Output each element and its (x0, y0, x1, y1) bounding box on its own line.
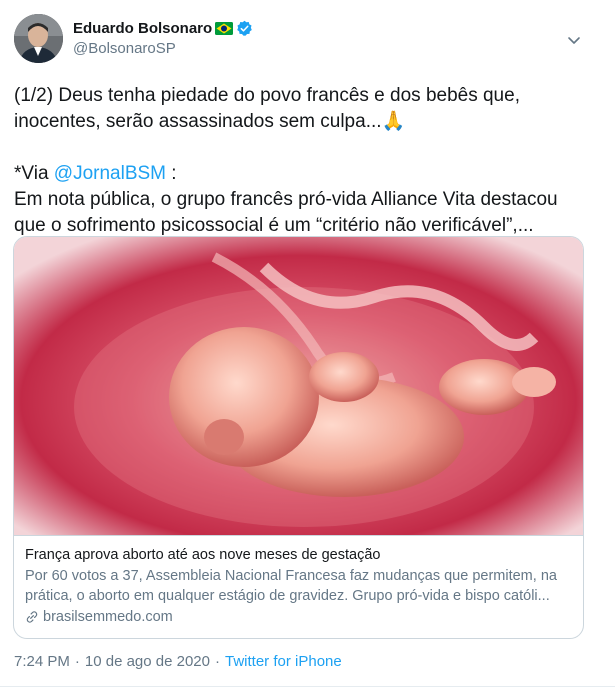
card-description: Por 60 votos a 37, Assembleia Nacional F… (25, 568, 557, 604)
footer-separator: · (74, 653, 80, 670)
tweet-text: (1/2) Deus tenha piedade do povo francês… (14, 83, 594, 239)
tweet-time[interactable]: 7:24 PM (14, 653, 70, 670)
link-card[interactable]: França aprova aborto até aos nove meses … (13, 236, 584, 639)
tweet-line-2: Em nota pública, o grupo francês pró-vid… (14, 189, 558, 236)
card-domain-text: brasilsemmedo.com (43, 609, 173, 625)
bottom-divider (0, 686, 615, 687)
author-display-name[interactable]: Eduardo Bolsonaro (73, 20, 212, 37)
tweet-date[interactable]: 10 de ago de 2020 (85, 653, 210, 670)
tweet-line-1: (1/2) Deus tenha piedade do povo francês… (14, 85, 520, 132)
card-meta: França aprova aborto até aos nove meses … (14, 535, 583, 638)
author-name-row: Eduardo Bolsonaro (73, 18, 253, 38)
via-suffix: : (166, 163, 177, 184)
mention-link[interactable]: @JornalBSM (54, 163, 166, 184)
tweet-footer: 7:24 PM · 10 de ago de 2020 · Twitter fo… (14, 653, 342, 670)
avatar-image (14, 14, 63, 63)
link-icon (26, 611, 38, 623)
via-prefix: *Via (14, 163, 54, 184)
verified-badge-icon (237, 20, 252, 36)
tweet-source[interactable]: Twitter for iPhone (225, 653, 342, 670)
brazil-flag-icon (215, 21, 234, 35)
tweet: Eduardo Bolsonaro @BolsonaroSP (1/2) Deu… (0, 0, 615, 691)
avatar[interactable] (14, 14, 63, 63)
card-domain: brasilsemmedo.com (25, 607, 572, 627)
author-handle[interactable]: @BolsonaroSP (73, 40, 176, 57)
chevron-down-icon[interactable] (566, 32, 582, 48)
card-title: França aprova aborto até aos nove meses … (25, 547, 381, 563)
card-image[interactable] (14, 237, 583, 535)
pray-emoji: 🙏 (381, 111, 406, 132)
footer-separator-2: · (215, 653, 220, 670)
